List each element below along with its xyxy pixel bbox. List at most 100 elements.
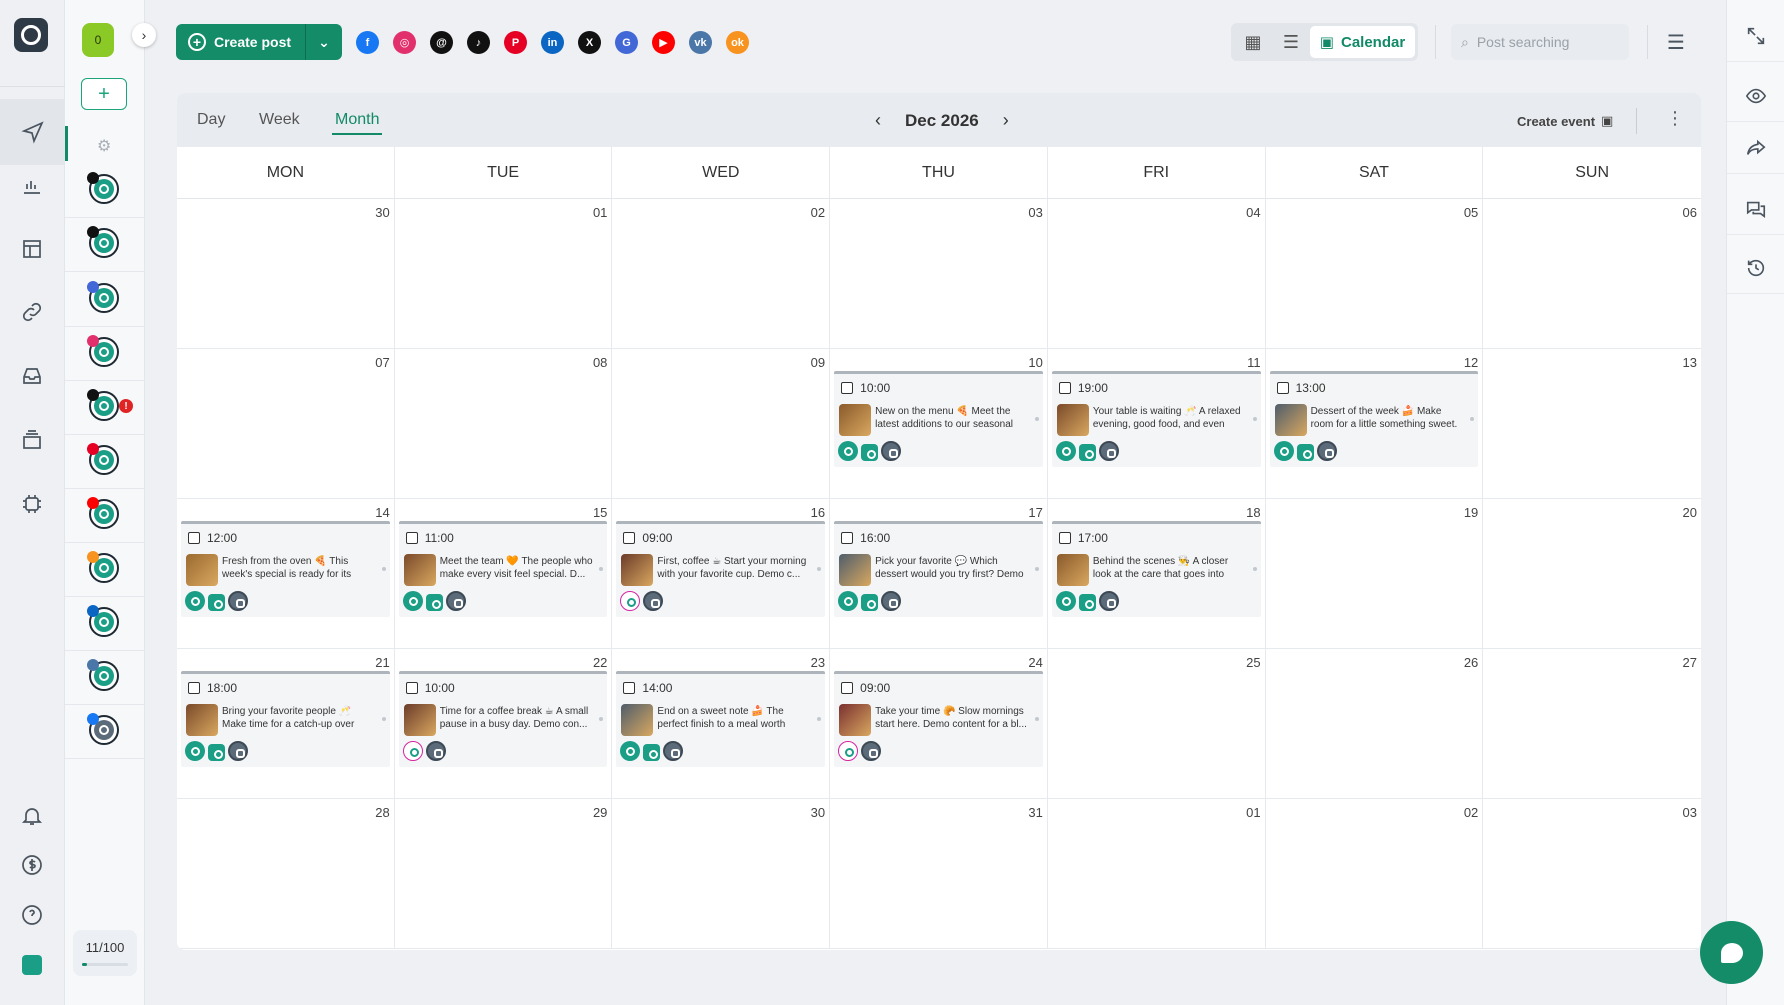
tab-day[interactable]: Day [197, 111, 225, 129]
day-cell[interactable]: 08 [394, 349, 613, 499]
post-drag-handle[interactable] [381, 567, 386, 571]
post-card[interactable]: 10:00 New on the menu 🍕 Meet the latest a… [834, 371, 1043, 467]
day-cell[interactable]: 26 [1265, 649, 1484, 799]
day-cell[interactable]: 02 [1265, 799, 1484, 949]
pinterest-filter-icon[interactable]: P [504, 31, 527, 54]
instagram-filter-icon[interactable]: ◎ [393, 31, 416, 54]
post-drag-handle[interactable] [817, 717, 822, 721]
filter-settings-button[interactable]: ☰ [1667, 30, 1685, 55]
post-card[interactable]: 16:00 Pick your favorite 💬 Which dessert … [834, 521, 1043, 617]
google-business-filter-icon[interactable]: G [615, 31, 638, 54]
post-card[interactable]: 09:00 First, coffee ☕ Start your morning … [616, 521, 826, 617]
day-cell[interactable]: 27 [1483, 649, 1701, 799]
post-select-checkbox[interactable] [188, 532, 200, 544]
grid-view-button[interactable]: ▦ [1234, 26, 1272, 58]
nav-archive[interactable] [18, 426, 46, 454]
account-avatar-facebook[interactable] [87, 713, 119, 745]
comments-button[interactable] [1727, 183, 1784, 235]
gear-icon[interactable]: ⚙ [97, 136, 111, 156]
day-cell[interactable]: 05 [1265, 199, 1484, 349]
youtube-filter-icon[interactable]: ▶ [652, 31, 675, 54]
post-select-checkbox[interactable] [841, 682, 854, 694]
post-drag-handle[interactable] [1034, 717, 1039, 721]
day-cell[interactable]: 19 [1265, 499, 1484, 649]
list-view-button[interactable]: ☰ [1272, 26, 1310, 58]
day-cell[interactable]: 06 [1483, 199, 1701, 349]
workspace-badge[interactable]: 0 [82, 23, 114, 57]
day-cell[interactable]: 20 [1483, 499, 1701, 649]
day-cell[interactable]: 22 10:00 Time for a coffee break ☕ A small… [394, 649, 613, 799]
day-cell[interactable]: 10 10:00 New on the menu 🍕 Meet the latest… [830, 349, 1048, 499]
account-avatar-pinterest[interactable] [87, 443, 119, 475]
create-event-button[interactable]: Create event ▣ [1517, 113, 1613, 129]
post-card[interactable]: 17:00 Behind the scenes 👨‍🍳 A closer look… [1051, 521, 1261, 617]
post-card[interactable]: 09:00 Take your time 🥐 Slow mornings star… [834, 671, 1043, 767]
prev-month-button[interactable]: ‹ [875, 110, 881, 131]
share-button[interactable] [1727, 122, 1784, 174]
facebook-filter-icon[interactable]: f [356, 31, 379, 54]
day-cell[interactable]: 16 09:00 First, coffee ☕ Start your mornin… [612, 499, 831, 649]
nav-help[interactable] [18, 901, 46, 929]
post-select-checkbox[interactable] [1058, 382, 1071, 394]
x-filter-icon[interactable]: X [578, 31, 601, 54]
support-chat-button[interactable] [1700, 921, 1763, 984]
odnoklassniki-filter-icon[interactable]: ok [726, 31, 749, 54]
post-drag-handle[interactable] [817, 567, 822, 571]
day-cell[interactable]: 28 [177, 799, 395, 949]
tab-month[interactable]: Month [331, 111, 383, 135]
account-avatar-instagram[interactable] [87, 335, 119, 367]
post-drag-handle[interactable] [1034, 567, 1039, 571]
day-cell[interactable]: 30 [612, 799, 831, 949]
fullscreen-button[interactable] [1727, 10, 1784, 62]
nav-ai[interactable] [18, 490, 46, 518]
day-cell[interactable]: 11 19:00 Your table is waiting 🥂 A relaxed… [1047, 349, 1266, 499]
linkedin-filter-icon[interactable]: in [541, 31, 564, 54]
post-card[interactable]: 13:00 Dessert of the week 🍰 Make room for… [1269, 371, 1479, 467]
account-avatar-threads[interactable] [87, 172, 119, 204]
nav-links[interactable] [18, 298, 46, 326]
post-select-checkbox[interactable] [1058, 532, 1071, 544]
post-select-checkbox[interactable] [841, 382, 854, 394]
post-card[interactable]: 11:00 Meet the team 🧡 The people who make… [398, 521, 608, 617]
threads-filter-icon[interactable]: @ [430, 31, 453, 54]
day-cell[interactable]: 13 [1483, 349, 1701, 499]
nav-billing[interactable] [18, 851, 46, 879]
collapse-panel-button[interactable]: › [132, 23, 156, 47]
day-cell[interactable]: 07 [177, 349, 395, 499]
day-cell[interactable]: 17 16:00 Pick your favorite 💬 Which desser… [830, 499, 1048, 649]
post-card[interactable]: 12:00 Fresh from the oven 🍕 This week's s… [181, 521, 390, 617]
search-input[interactable] [1476, 34, 1612, 50]
post-card[interactable]: 19:00 Your table is waiting 🥂 A relaxed e… [1051, 371, 1261, 467]
day-cell[interactable]: 15 11:00 Meet the team 🧡 The people who ma… [394, 499, 613, 649]
nav-analytics[interactable] [18, 171, 46, 199]
post-select-checkbox[interactable] [1276, 382, 1289, 394]
post-drag-handle[interactable] [1252, 417, 1257, 421]
post-select-checkbox[interactable] [405, 532, 418, 544]
day-cell[interactable]: 23 14:00 End on a sweet note 🍰 The perfect… [612, 649, 831, 799]
day-cell[interactable]: 09 [612, 349, 831, 499]
day-cell[interactable]: 18 17:00 Behind the scenes 👨‍🍳 A closer lo… [1047, 499, 1266, 649]
day-cell[interactable]: 12 13:00 Dessert of the week 🍰 Make room f… [1265, 349, 1484, 499]
preview-button[interactable] [1727, 70, 1784, 122]
create-post-button[interactable]: + Create post [176, 24, 307, 60]
nav-inbox[interactable] [18, 362, 46, 390]
post-drag-handle[interactable] [599, 717, 604, 721]
post-select-checkbox[interactable] [405, 682, 418, 694]
add-account-button[interactable]: + [81, 78, 127, 110]
post-select-checkbox[interactable] [623, 682, 636, 694]
create-post-dropdown[interactable]: ⌄ [306, 24, 342, 60]
tab-week[interactable]: Week [259, 111, 300, 129]
nav-brand[interactable] [18, 951, 46, 979]
tiktok-filter-icon[interactable]: ♪ [467, 31, 490, 54]
day-cell[interactable]: 03 [830, 199, 1048, 349]
day-cell[interactable]: 31 [830, 799, 1048, 949]
account-avatar-vk[interactable] [87, 659, 119, 691]
nav-notifications[interactable] [18, 802, 46, 830]
post-card[interactable]: 14:00 End on a sweet note 🍰 The perfect f… [616, 671, 826, 767]
day-cell[interactable]: 14 12:00 Fresh from the oven 🍕 This week's… [177, 499, 395, 649]
app-logo[interactable] [14, 18, 48, 52]
day-cell[interactable]: 24 09:00 Take your time 🥐 Slow mornings st… [830, 649, 1048, 799]
post-card[interactable]: 10:00 Time for a coffee break ☕ A small p… [398, 671, 608, 767]
next-month-button[interactable]: › [1003, 110, 1009, 131]
day-cell[interactable]: 03 [1483, 799, 1701, 949]
